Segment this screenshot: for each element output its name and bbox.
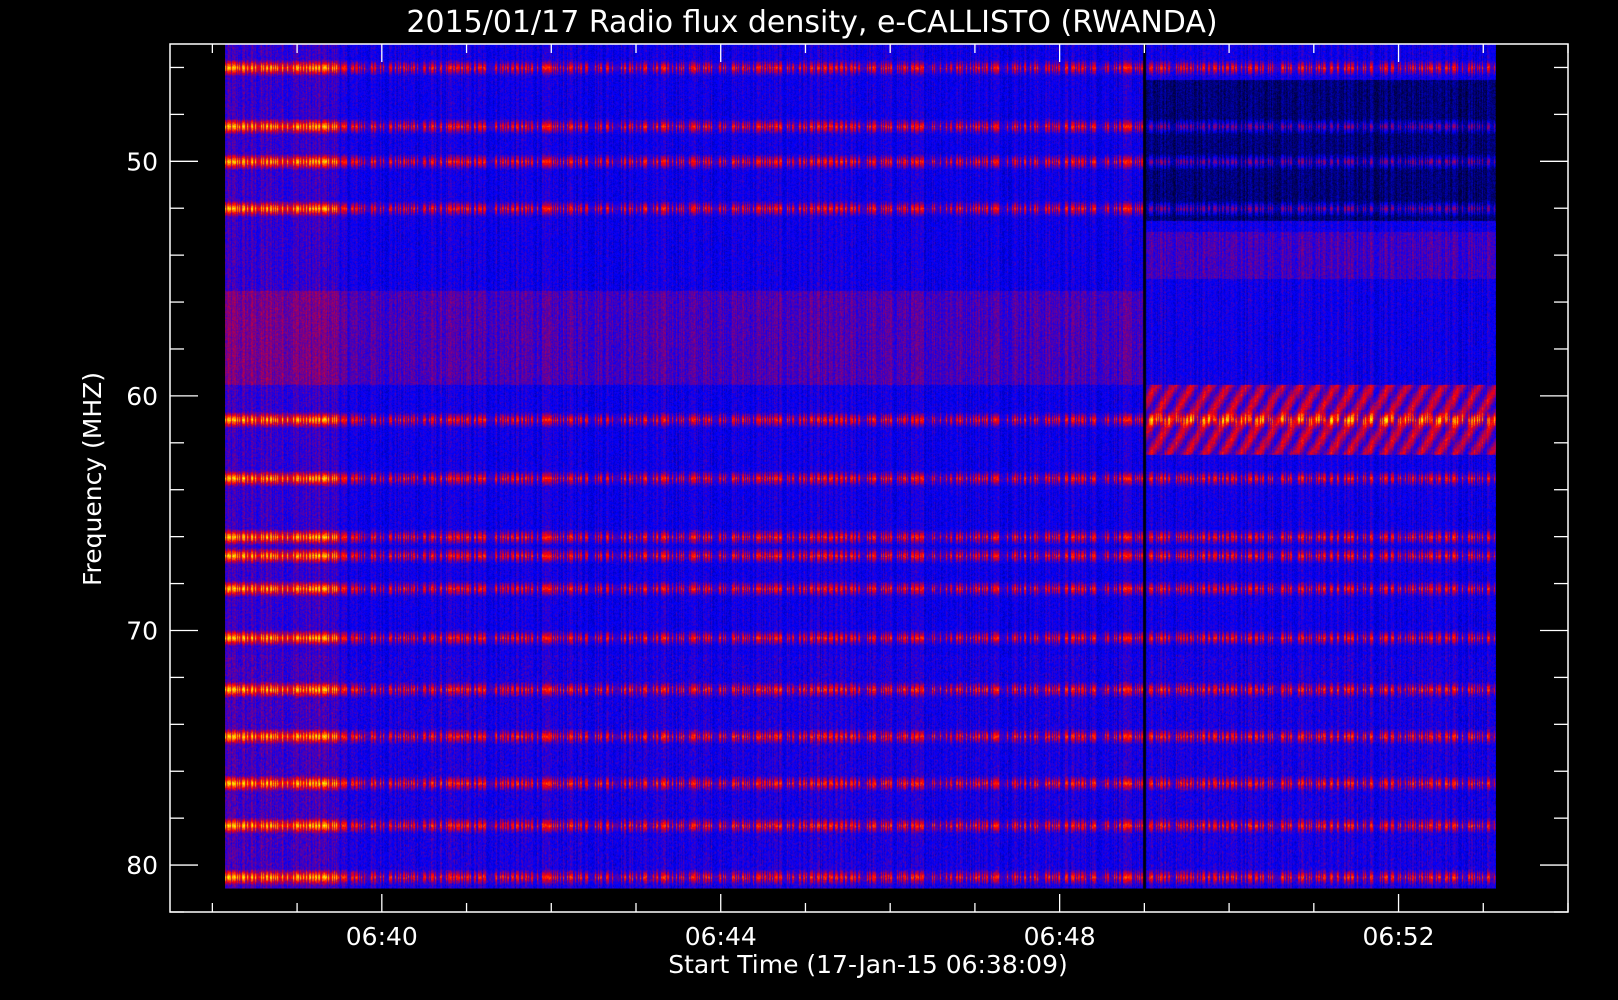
y-tick-label: 80 [126, 851, 158, 880]
x-tick-label: 06:52 [1363, 922, 1435, 951]
x-axis-label: Start Time (17-Jan-15 06:38:09) [668, 950, 1067, 979]
y-tick-label: 70 [126, 616, 158, 645]
heatmap-image [225, 44, 1496, 889]
chart-title: 2015/01/17 Radio flux density, e-CALLIST… [406, 5, 1217, 40]
y-axis-label: Frequency (MHZ) [78, 372, 107, 586]
y-tick-label: 50 [126, 147, 158, 176]
spectrogram-figure: 2015/01/17 Radio flux density, e-CALLIST… [0, 0, 1618, 1000]
heatmap-raster [225, 44, 1496, 889]
x-tick-label: 06:40 [346, 922, 418, 951]
x-tick-label: 06:48 [1024, 922, 1096, 951]
y-tick-label: 60 [126, 382, 158, 411]
x-tick-label: 06:44 [685, 922, 757, 951]
